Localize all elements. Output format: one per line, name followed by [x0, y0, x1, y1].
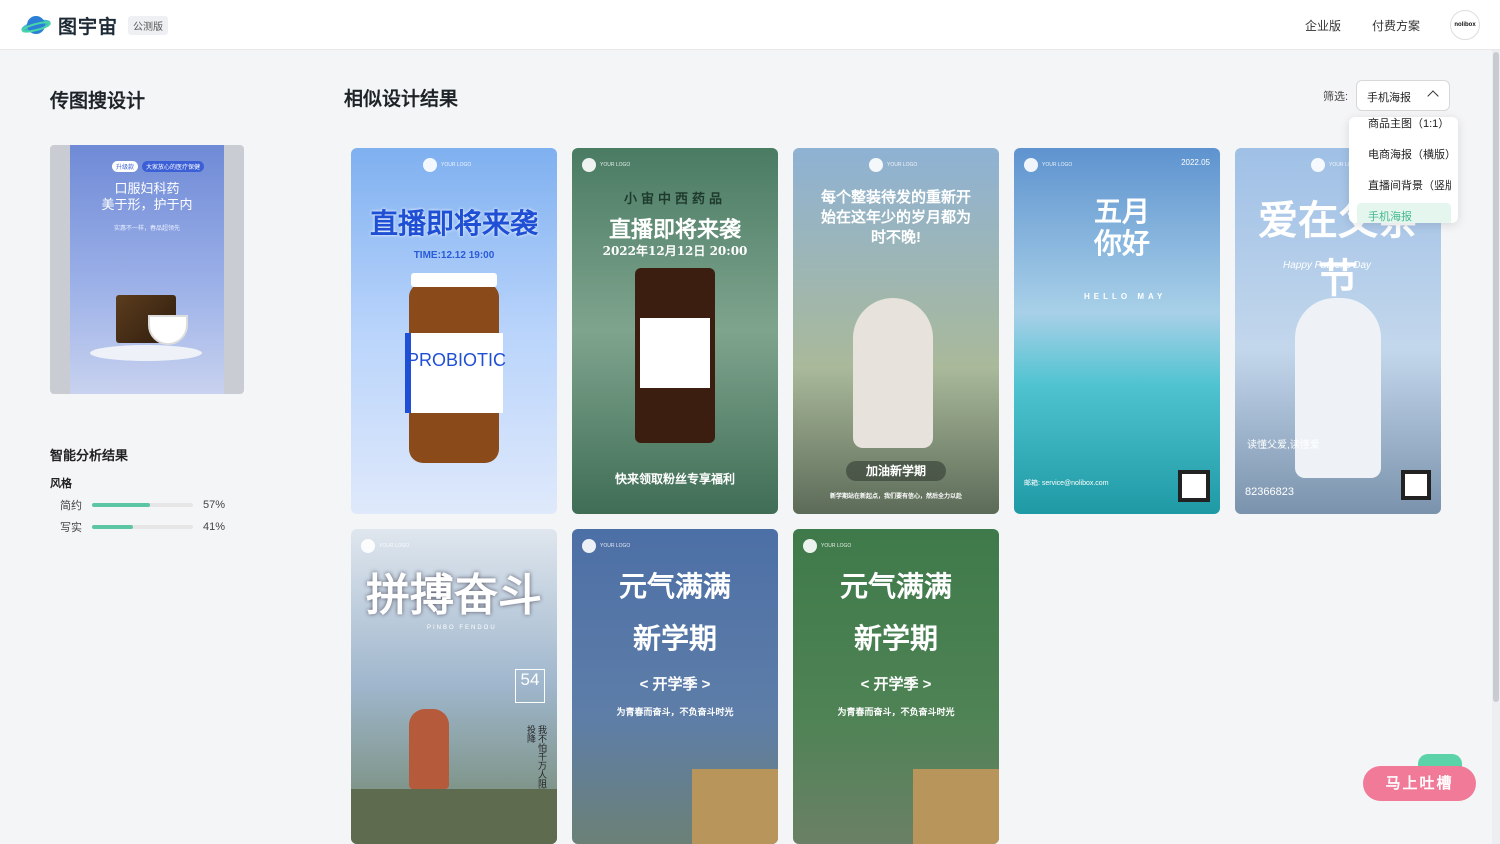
design-card[interactable]: YOUR LOGO 直播即将来袭 TIME:12.12 19:00 PROBIO… [351, 148, 557, 514]
filter-option-selected[interactable]: 手机海报 [1357, 203, 1451, 223]
design-card[interactable]: YOUR LOGO 元气满满 新学期 < 开学季 > 为青春而奋斗，不负奋斗时光 [572, 529, 778, 844]
stat-value: 41% [203, 521, 226, 533]
filter-option[interactable]: 直播间背景（竖版 [1357, 172, 1451, 196]
card-headline-2: 新学期 [632, 623, 717, 654]
product-stand [90, 345, 202, 361]
poster-preview: 升级款 大家放心的医疗保健 口服妇科药 美于形，护于内 实惠不一样，春品超领先 [70, 145, 224, 394]
card-headline-2: 新学期 [853, 623, 938, 654]
preview-subtitle: 实惠不一样，春品超领先 [113, 226, 180, 232]
preview-badge: 大家放心的医疗保健 [142, 161, 205, 172]
similar-results-title: 相似设计结果 [344, 89, 459, 110]
stat-bar [92, 525, 193, 529]
card-subtitle: PINBO FENDOU [427, 625, 497, 631]
nav-pricing[interactable]: 付费方案 [1372, 17, 1420, 34]
scrollbar-thumb[interactable] [1493, 52, 1499, 702]
card-extra: 新学期站在新起点，我们要有信心，然后全力以赴 [829, 494, 962, 500]
filter-dropdown: 商品主图（1:1） 电商海报（横版） 直播间背景（竖版 手机海报 [1349, 117, 1458, 223]
bottle-cap [411, 273, 497, 287]
card-logo: YOUR LOGO [361, 539, 409, 553]
preview-title: 口服妇科药 美于形，护于内 [70, 181, 224, 213]
mountain-rock [351, 789, 557, 844]
design-card[interactable]: YOUR LOGO 2022.05 五月你好 HELLO MAY 邮箱: ser… [1014, 148, 1220, 514]
card-logo: YOUR LOGO [1024, 158, 1072, 172]
card-subtitle: HELLO MAY [1084, 292, 1167, 301]
beta-badge: 公测版 [128, 16, 169, 35]
card-headline: 每个整装待发的重新开始在这年少的岁月都为时不晚! [820, 189, 971, 246]
upload-search-title: 传图搜设计 [50, 91, 146, 112]
card-subtitle: 加油新学期 [846, 461, 946, 481]
qr-code-icon [1178, 470, 1210, 502]
preview-title-line: 美于形，护于内 [101, 197, 193, 212]
stat-bar [92, 503, 193, 507]
card-headline: 拼搏奋斗 [366, 571, 542, 620]
chevron-up-icon [1427, 90, 1439, 102]
design-card[interactable]: YOUR LOGO 拼搏奋斗 PINBO FENDOU 54 我不怕千万人阻挡 … [351, 529, 557, 844]
card-headline: 直播即将来袭 [369, 208, 538, 239]
card-subtitle: TIME:12.12 19:00 [413, 250, 495, 261]
student-figure [853, 298, 933, 448]
stat-row: 写实 41% [60, 519, 225, 535]
card-logo: YOUR LOGO [869, 158, 917, 172]
stat-fill [92, 503, 150, 507]
card-headline: 元气满满 [839, 571, 952, 602]
card-subtitle: Happy Father's Day [1283, 260, 1372, 271]
brand-name: 图宇宙 [58, 17, 119, 38]
card-number: 54 [515, 669, 545, 703]
stat-name: 简约 [60, 500, 82, 512]
design-card[interactable]: YOUR LOGO 小宙中西药品 直播即将来袭 2022年12月12日 20:0… [572, 148, 778, 514]
card-extra: 为青春而奋斗，不负奋斗时光 [837, 707, 955, 717]
card-subtitle: < 开学季 > [860, 676, 932, 693]
hiker-figure [409, 709, 449, 789]
card-headline: 直播即将来袭 [608, 217, 741, 243]
card-extra: PROBIOTIC [407, 350, 507, 370]
books-stack [692, 769, 778, 844]
preview-title-line: 口服妇科药 [114, 181, 180, 196]
design-card[interactable]: YOUR LOGO 每个整装待发的重新开始在这年少的岁月都为时不晚! 加油新学期… [793, 148, 999, 514]
card-subtitle: 2022年12月12日 20:00 [602, 244, 748, 258]
card-logo: YOUR LOGO [582, 539, 630, 553]
card-phone: 82366823 [1245, 486, 1294, 498]
avatar[interactable]: nolibox [1450, 10, 1480, 40]
bottle-label [640, 318, 710, 388]
card-headline: 五月你好 [1093, 196, 1150, 259]
analysis-title: 智能分析结果 [50, 448, 129, 463]
filter-option[interactable]: 商品主图（1:1） [1357, 117, 1451, 134]
card-brand: 小宙中西药品 [623, 191, 726, 206]
stat-row: 简约 57% [60, 497, 225, 513]
father-child-figure [1295, 298, 1381, 478]
filter-value: 手机海报 [1367, 92, 1411, 104]
brand-logo[interactable]: 图宇宙 公测版 [20, 12, 169, 39]
card-extra: 为青春而奋斗，不负奋斗时光 [616, 707, 734, 717]
card-logo: YOUR LOGO [423, 158, 471, 172]
stat-value: 57% [203, 499, 226, 511]
design-card[interactable]: YOUR LOGO 元气满满 新学期 < 开学季 > 为青春而奋斗，不负奋斗时光 [793, 529, 999, 844]
bottle-label [405, 333, 503, 413]
nav-enterprise[interactable]: 企业版 [1305, 17, 1341, 34]
card-subtitle: < 开学季 > [639, 676, 711, 693]
feedback-button[interactable]: 马上吐槽 [1363, 766, 1476, 801]
card-headline: 元气满满 [618, 571, 731, 602]
uploaded-image-preview[interactable]: 升级款 大家放心的医疗保健 口服妇科药 美于形，护于内 实惠不一样，春品超领先 [50, 145, 244, 394]
books-stack [913, 769, 999, 844]
card-extra: 邮箱: service@nolibox.com [1024, 480, 1109, 487]
card-logo: YOUR LOGO [582, 158, 630, 172]
top-bar: 图宇宙 公测版 企业版 付费方案 nolibox [0, 0, 1500, 50]
card-logo: YOUR LOGO [803, 539, 851, 553]
card-date: 2022.05 [1181, 158, 1210, 167]
preview-badge: 升级款 [112, 161, 139, 172]
card-extra: 快来领取粉丝专享福利 [614, 472, 735, 486]
filter-select[interactable]: 手机海报 [1356, 80, 1450, 111]
filter-label: 筛选: [1323, 91, 1349, 103]
style-label: 风格 [50, 478, 72, 490]
stat-name: 写实 [60, 522, 82, 534]
planet-logo-icon [20, 13, 52, 39]
stat-fill [92, 525, 134, 529]
qr-code-icon [1401, 470, 1431, 500]
card-extra: 读懂父爱,读懂爱 [1247, 440, 1320, 451]
filter-option[interactable]: 电商海报（横版） [1357, 141, 1451, 165]
